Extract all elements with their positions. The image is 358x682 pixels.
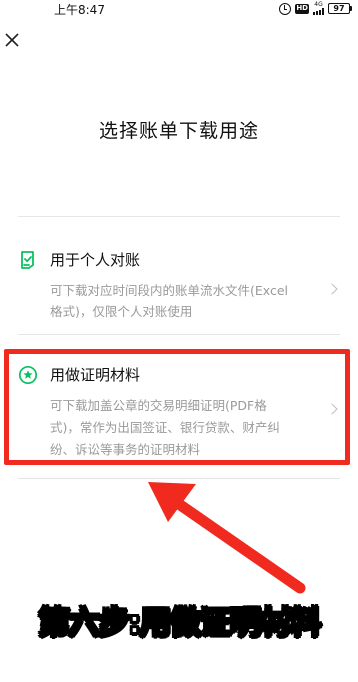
hd-badge: HD bbox=[295, 3, 309, 14]
status-time: 上午8:47 bbox=[54, 3, 105, 17]
option-personal-reconciliation[interactable]: 用于个人对账 可下载对应时间段内的账单流水文件(Excel 格式)，仅限个人对账… bbox=[18, 248, 344, 328]
divider-bottom bbox=[18, 478, 340, 479]
tutorial-caption: 第六步:用做证明材料 bbox=[37, 604, 321, 642]
option-title: 用于个人对账 bbox=[50, 251, 141, 269]
highlight-box bbox=[4, 349, 350, 465]
close-button[interactable] bbox=[2, 30, 22, 50]
divider-top bbox=[18, 216, 340, 217]
close-icon bbox=[5, 33, 19, 47]
page-title: 选择账单下载用途 bbox=[98, 120, 259, 142]
page: 上午8:47 HD 4G 97 选择账单下载用途 用于个人对账 可下载对应时间段… bbox=[0, 0, 358, 682]
option-description-line1: 可下载对应时间段内的账单流水文件(Excel bbox=[50, 283, 288, 298]
alarm-icon bbox=[279, 2, 292, 15]
status-bar: 上午8:47 HD 4G 97 bbox=[0, 0, 358, 18]
battery-icon: 97 bbox=[328, 3, 352, 14]
document-check-icon bbox=[21, 251, 34, 269]
arrow-icon bbox=[148, 482, 306, 594]
chevron-right-icon bbox=[326, 283, 338, 295]
battery-level: 97 bbox=[328, 3, 350, 14]
divider-middle bbox=[18, 334, 340, 335]
signal-icon: 4G bbox=[313, 2, 324, 15]
option-description-line2: 格式)，仅限个人对账使用 bbox=[50, 304, 193, 319]
status-icons: HD 4G 97 bbox=[279, 2, 352, 15]
